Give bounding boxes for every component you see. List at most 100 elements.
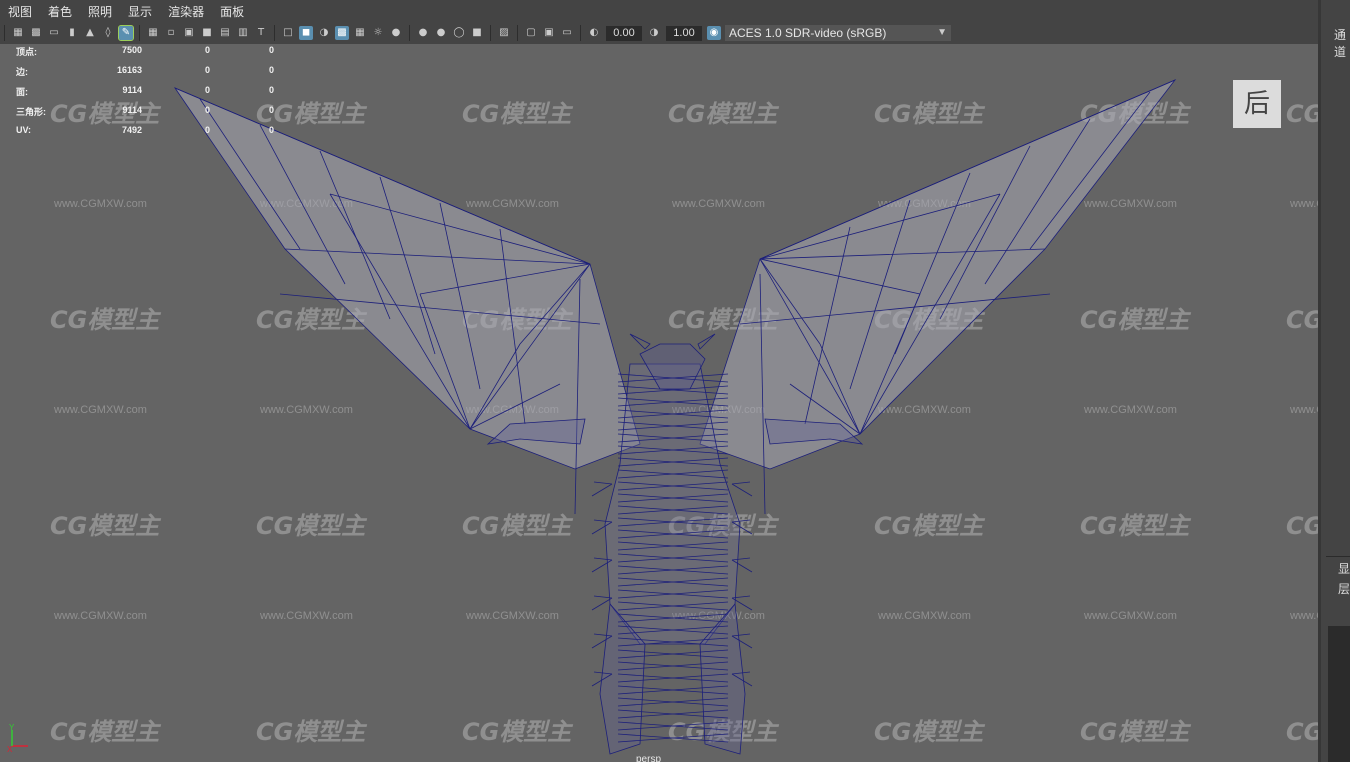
- color-management-value: ACES 1.0 SDR-video (sRGB): [729, 26, 887, 40]
- camera-name: persp: [636, 754, 662, 762]
- safe-action-icon[interactable]: ▤: [218, 26, 232, 40]
- hud-row-vertices: 顶点: 7500 0 0: [14, 44, 274, 64]
- hud-row-edges: 边: 16163 0 0: [14, 64, 274, 84]
- toolbar-separator: [139, 25, 140, 41]
- toolbar-separator: [580, 25, 581, 41]
- grid-icon[interactable]: ▦: [146, 26, 160, 40]
- menu-shading[interactable]: 着色: [40, 3, 80, 20]
- hud-value: 0: [204, 105, 210, 115]
- hud-value: 9114: [122, 105, 142, 115]
- camera-icon[interactable]: ▦: [11, 26, 25, 40]
- mesh-edge: [591, 483, 613, 497]
- hud-value: 0: [268, 85, 274, 95]
- menu-panels[interactable]: 面板: [212, 3, 252, 20]
- grid-view-icon[interactable]: ◊: [101, 26, 115, 40]
- hud-label: 边:: [16, 67, 28, 77]
- text-icon[interactable]: T: [254, 26, 268, 40]
- camera-lock-icon[interactable]: ▩: [29, 26, 43, 40]
- view-cube[interactable]: 后: [1233, 80, 1281, 128]
- hud-row-triangles: 三角形: 9114 0 0: [14, 104, 274, 124]
- isolate-icon[interactable]: ▨: [497, 26, 511, 40]
- mesh-edge: [731, 481, 751, 485]
- toolbar-separator: [490, 25, 491, 41]
- pencil-icon[interactable]: ✎: [118, 25, 134, 41]
- film-gate-icon[interactable]: ▫: [164, 26, 178, 40]
- gamma-icon[interactable]: ◑: [647, 26, 661, 40]
- ambient-occlusion-icon[interactable]: ●: [416, 26, 430, 40]
- wireframe-icon[interactable]: □: [281, 26, 295, 40]
- exposure-icon[interactable]: ◐: [587, 26, 601, 40]
- hud-label: 面:: [16, 87, 28, 97]
- hud-value: 7492: [121, 125, 142, 135]
- hud-row-faces: 面: 9114 0 0: [14, 84, 274, 104]
- xray-components-icon[interactable]: ▭: [560, 26, 574, 40]
- bookmark-icon[interactable]: ▮: [65, 26, 79, 40]
- toolbar-separator: [274, 25, 275, 41]
- motion-blur-icon[interactable]: ●: [434, 26, 448, 40]
- hud-label: 三角形:: [16, 107, 46, 117]
- smooth-shade-icon[interactable]: ◼: [299, 26, 313, 40]
- hud-label: UV:: [16, 125, 32, 135]
- poly-count-hud: 顶点: 7500 0 0 边: 16163 0 0 面: 9114 0 0 三角…: [14, 44, 274, 144]
- model-wireframe: [173, 79, 1177, 755]
- default-material-icon[interactable]: ◑: [317, 26, 331, 40]
- mesh-edge: [593, 481, 613, 485]
- hud-value: 9114: [122, 85, 142, 95]
- layer-list[interactable]: [1328, 626, 1350, 762]
- horn: [629, 333, 651, 350]
- mesh-edge: [591, 597, 613, 611]
- menu-show[interactable]: 显示: [120, 3, 160, 20]
- menu-lighting[interactable]: 照明: [80, 3, 120, 20]
- depth-of-field-icon[interactable]: ■: [470, 26, 484, 40]
- lights-icon[interactable]: ☼: [371, 26, 385, 40]
- axis-y-label: Y: [9, 724, 15, 732]
- axis-gizmo: X Y: [7, 724, 28, 754]
- menu-renderer[interactable]: 渲染器: [160, 3, 212, 20]
- hud-value: 16163: [116, 65, 142, 75]
- wireframe-on-shaded-icon[interactable]: ▩: [335, 26, 349, 40]
- xray-icon[interactable]: ▢: [524, 26, 538, 40]
- toolbar-separator: [517, 25, 518, 41]
- divider: [1326, 556, 1350, 557]
- hud-value: 0: [204, 45, 210, 55]
- horn: [697, 333, 716, 350]
- color-management-icon[interactable]: ◉: [707, 26, 721, 40]
- hud-value: 0: [204, 85, 210, 95]
- color-management-dropdown[interactable]: ACES 1.0 SDR-video (sRGB) ▼: [725, 25, 951, 41]
- left-wing: [173, 87, 641, 470]
- xray-joints-icon[interactable]: ▣: [542, 26, 556, 40]
- hud-value: 0: [268, 45, 274, 55]
- toolbar-separator: [409, 25, 410, 41]
- display-tab[interactable]: 显: [1338, 560, 1350, 577]
- textured-icon[interactable]: ▦: [353, 26, 367, 40]
- viewport-toolbar: ▦ ▩ ▭ ▮ ▲ ◊ ✎ ▦ ▫ ▣ ■ ▤ ▥ T □ ◼ ◑ ▩ ▦ ☼ …: [0, 22, 1318, 44]
- chevron-down-icon: ▼: [937, 27, 947, 38]
- hud-value: 0: [268, 65, 274, 75]
- panel-splitter[interactable]: [1318, 0, 1321, 762]
- menu-bar: 视图 着色 照明 显示 渲染器 面板: [0, 0, 1318, 22]
- channel-box-title[interactable]: 通道: [1334, 26, 1350, 60]
- anti-aliasing-icon[interactable]: ◯: [452, 26, 466, 40]
- image-plane-icon[interactable]: ▲: [83, 26, 97, 40]
- channel-box-panel: 通道 显 层: [1318, 0, 1350, 762]
- hud-value: 0: [204, 65, 210, 75]
- axis-x-label: X: [7, 745, 13, 754]
- menu-view[interactable]: 视图: [0, 3, 40, 20]
- resolution-gate-icon[interactable]: ▣: [182, 26, 196, 40]
- hud-value: 0: [268, 105, 274, 115]
- perspective-viewport[interactable]: CG模型主www.CGMXW.comCG模型主www.CGMXW.comCG模型…: [0, 44, 1318, 762]
- hud-value: 0: [268, 125, 274, 135]
- exposure-field[interactable]: 0.00: [606, 25, 642, 41]
- toolbar-separator: [4, 25, 5, 41]
- mesh-edge: [731, 483, 753, 497]
- field-chart-icon[interactable]: ■: [200, 26, 214, 40]
- hud-label: 顶点:: [16, 47, 37, 57]
- camera-attr-icon[interactable]: ▭: [47, 26, 61, 40]
- shadows-icon[interactable]: ●: [389, 26, 403, 40]
- hud-value: 0: [204, 125, 210, 135]
- hud-value: 7500: [121, 45, 142, 55]
- gamma-field[interactable]: 1.00: [666, 25, 702, 41]
- safe-title-icon[interactable]: ▥: [236, 26, 250, 40]
- hud-row-uvs: UV: 7492 0 0: [14, 124, 274, 144]
- layer-menu[interactable]: 层: [1338, 580, 1350, 597]
